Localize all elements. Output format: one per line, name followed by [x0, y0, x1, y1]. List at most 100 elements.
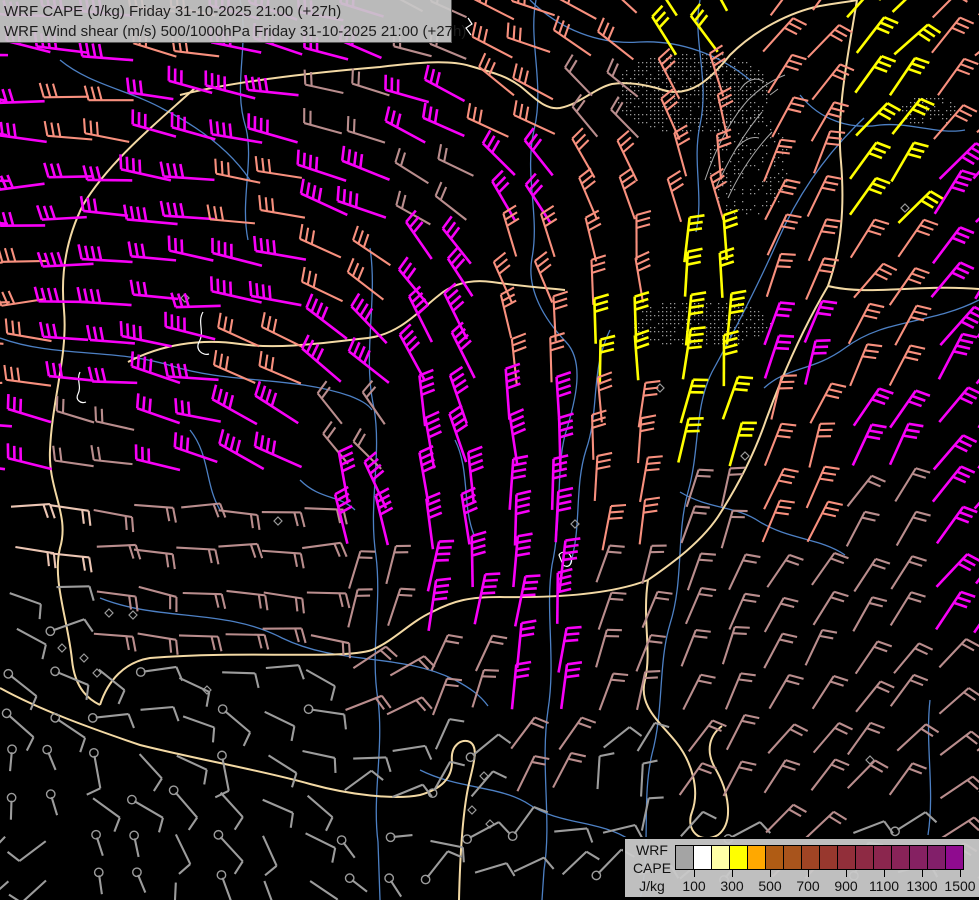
barb-feather — [129, 205, 135, 221]
stipple-dot — [766, 145, 768, 147]
barb-feather — [272, 240, 277, 255]
stipple-dot — [682, 98, 684, 100]
legend-tick — [732, 870, 733, 877]
stipple-dot — [690, 118, 692, 120]
barb-feather — [648, 640, 663, 644]
barb-feather — [819, 634, 834, 640]
barb-feather — [908, 422, 924, 428]
wind-barb — [888, 267, 930, 306]
barb-staff — [260, 209, 306, 219]
barb-feather — [650, 634, 666, 638]
stipple-dot — [690, 106, 692, 108]
barb-feather — [955, 21, 970, 30]
stipple-dot — [758, 121, 760, 123]
wind-barb — [666, 169, 684, 223]
barb-feather — [831, 382, 847, 388]
barb-staff — [931, 16, 961, 54]
barb-feather — [778, 144, 793, 149]
stipple-dot — [706, 343, 708, 345]
barb-feather — [333, 757, 337, 773]
wind-barb — [305, 668, 336, 701]
stipple-dot — [766, 153, 768, 155]
barb-staff — [763, 423, 783, 467]
barb-staff — [265, 664, 299, 670]
wind-barb — [598, 672, 629, 711]
stipple-dot — [666, 323, 668, 325]
barb-feather — [447, 633, 463, 639]
barb-feather — [549, 332, 565, 339]
stipple-dot — [726, 205, 728, 207]
barb-feather — [445, 221, 457, 235]
wind-barb — [167, 235, 214, 262]
barb-feather — [88, 585, 95, 601]
wind-barb — [50, 552, 93, 573]
stipple-dot — [734, 74, 736, 76]
barb-feather — [565, 537, 581, 542]
stipple-dot — [934, 98, 936, 100]
barb-feather — [956, 596, 972, 604]
barb-feather — [352, 341, 361, 356]
barb-feather — [506, 22, 510, 38]
stipple-dot — [674, 66, 676, 68]
stipple-dot — [638, 122, 640, 124]
barb-feather — [516, 539, 532, 545]
barb-feather — [965, 734, 978, 745]
barb-feather — [303, 69, 307, 85]
barb-feather — [456, 333, 469, 345]
wind-barb — [87, 712, 135, 729]
barb-feather — [412, 221, 424, 234]
barb-feather — [305, 182, 311, 197]
barb-feather — [574, 133, 587, 146]
wind-barb — [305, 832, 337, 863]
wind-barb — [159, 161, 215, 182]
barb-feather — [90, 245, 96, 261]
stipple-dot — [674, 319, 676, 321]
stipple-dot — [738, 327, 740, 329]
wind-barb — [722, 760, 757, 797]
barb-feather — [959, 16, 975, 25]
barb-feather — [824, 506, 840, 512]
legend-color-box — [765, 845, 784, 870]
barb-staff — [848, 177, 878, 216]
wind-barb — [90, 445, 133, 466]
barb-feather — [687, 247, 703, 253]
barb-feather — [357, 345, 366, 360]
stipple-dot — [686, 70, 688, 72]
stipple-dot — [682, 319, 684, 321]
barb-feather — [690, 297, 705, 303]
barb-feather — [783, 467, 799, 473]
barb-feather — [776, 434, 791, 439]
barb-feather — [830, 557, 845, 565]
stipple-dot — [710, 78, 712, 80]
wind-barb — [430, 633, 463, 671]
barb-feather — [425, 491, 441, 500]
stipple-dot — [738, 62, 740, 64]
barb-staff — [178, 676, 210, 693]
barb-staff — [344, 769, 373, 792]
wind-barb — [423, 64, 466, 103]
barb-staff — [255, 249, 307, 261]
wind-barb — [384, 74, 430, 104]
barb-staff — [7, 407, 52, 424]
stipple-dot — [686, 58, 688, 60]
stipple-dot — [770, 121, 772, 123]
stipple-dot — [650, 331, 652, 333]
wind-barb — [45, 789, 59, 816]
barb-feather — [468, 452, 483, 460]
barb-feather — [481, 129, 492, 145]
stipple-dot — [714, 327, 716, 329]
stipple-dot — [742, 201, 744, 203]
wind-barb — [768, 673, 804, 710]
stipple-dot — [670, 335, 672, 337]
barb-staff — [304, 46, 349, 61]
barb-feather — [483, 57, 491, 72]
stipple-dot — [646, 98, 648, 100]
wind-barb — [306, 591, 351, 609]
barb-staff — [891, 98, 922, 135]
stipple-dot — [786, 181, 788, 183]
stipple-dot — [750, 209, 752, 211]
barb-staff — [809, 382, 833, 424]
barb-staff — [83, 209, 129, 218]
barb-feather — [270, 392, 278, 407]
stipple-dot — [662, 307, 664, 309]
